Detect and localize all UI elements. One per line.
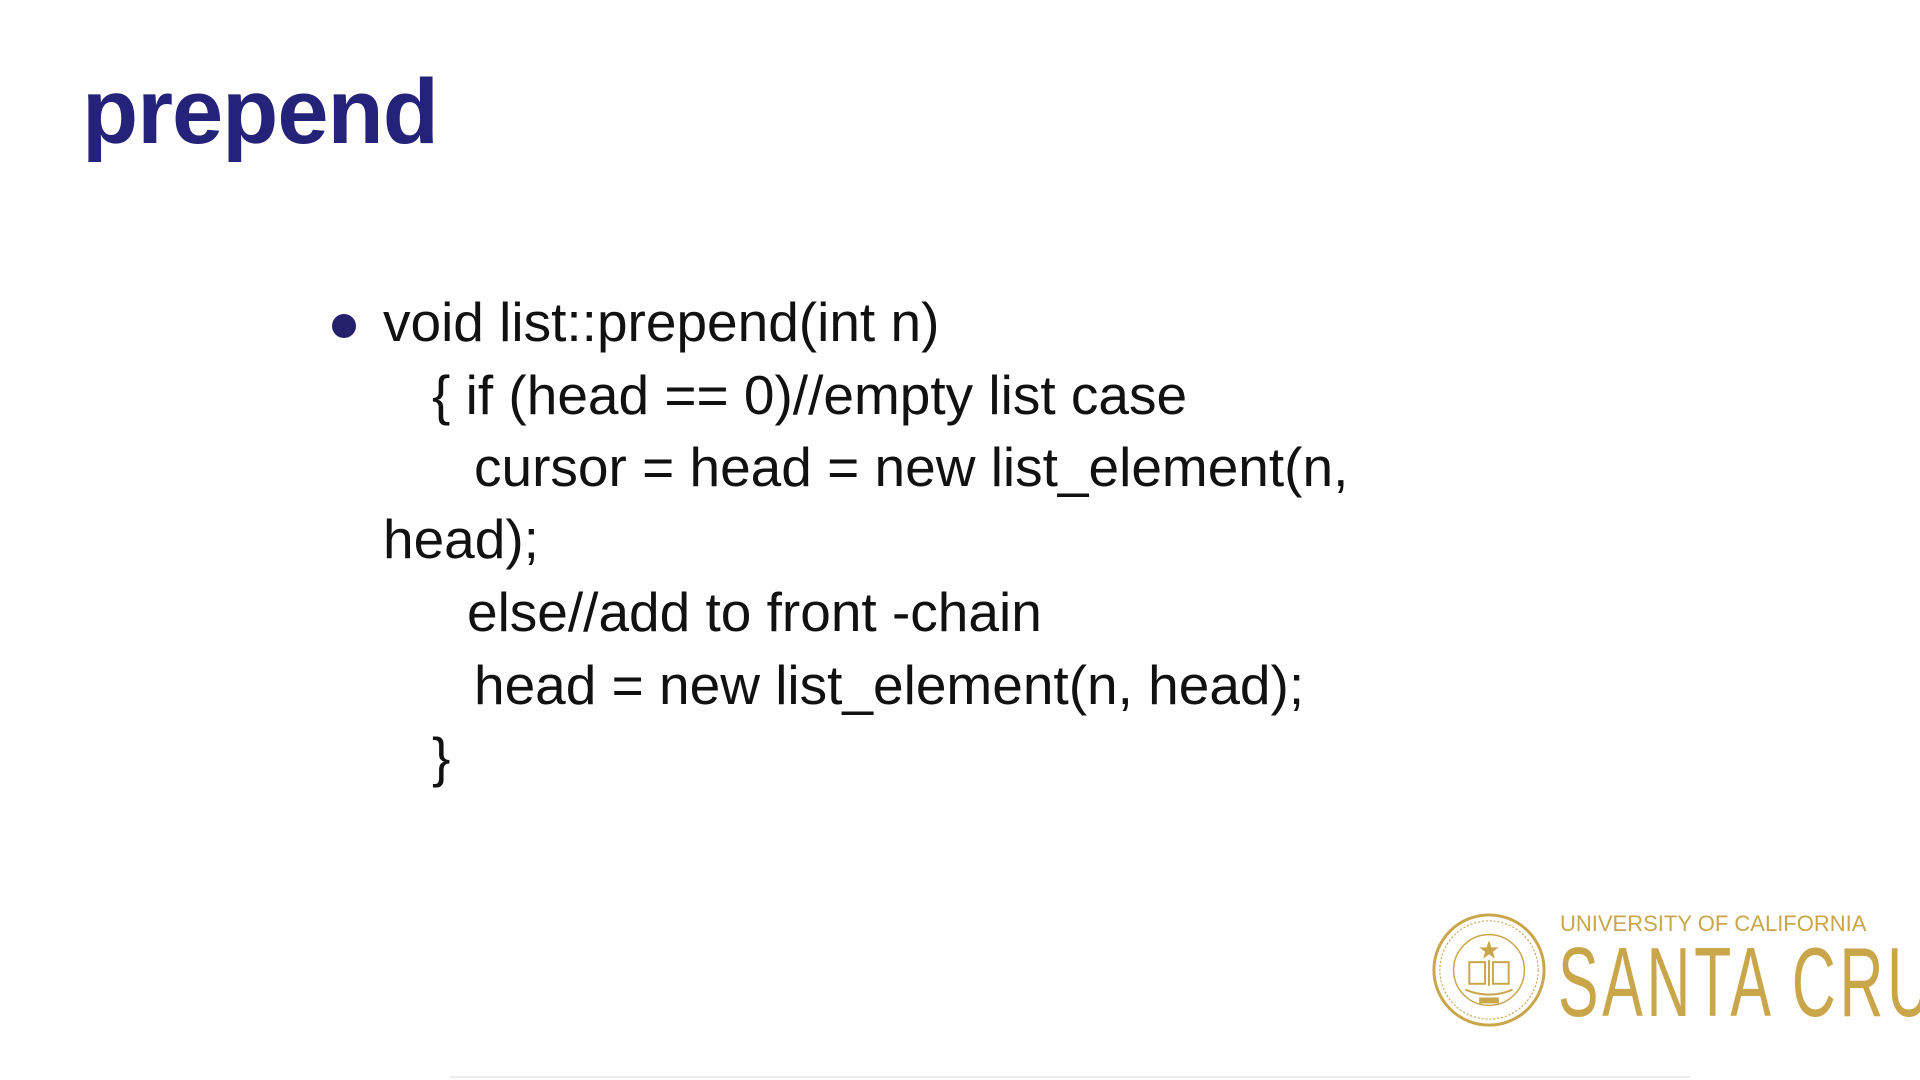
- ucsc-logo: UNIVERSITY OF CALIFORNIA SANTA CRUZ: [1430, 905, 1920, 1035]
- logo-campus-text: SANTA CRUZ: [1558, 927, 1920, 1037]
- code-line: head);: [383, 508, 539, 570]
- code-line: else//add to front -chain: [467, 581, 1042, 643]
- slide: prepend void list::prepend(int n) { if (…: [0, 0, 1920, 1080]
- slide-title: prepend: [82, 61, 439, 163]
- code-line: { if (head == 0)//empty list case: [432, 364, 1188, 426]
- bullet-icon: [332, 314, 356, 338]
- university-seal-icon: [1432, 913, 1546, 1027]
- code-line: head = new list_element(n, head);: [474, 654, 1305, 716]
- code-line: }: [432, 726, 451, 788]
- divider: [450, 1076, 1690, 1078]
- code-line: void list::prepend(int n): [383, 291, 940, 353]
- code-line: cursor = head = new list_element(n,: [474, 436, 1349, 498]
